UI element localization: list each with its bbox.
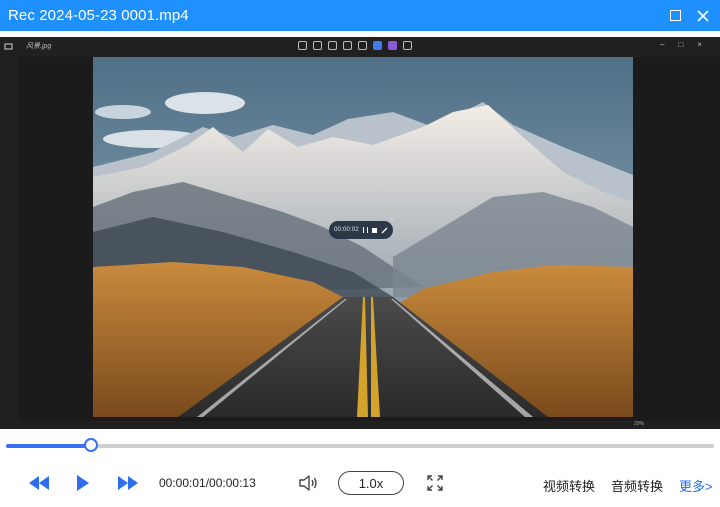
delete-icon xyxy=(328,41,337,50)
audio-convert-button[interactable]: 音频转换 xyxy=(611,476,663,495)
progress-bar[interactable] xyxy=(6,438,714,452)
player-controls: 00:00:01/00:00:13 1.0x 视频转换 音频转换 更多> xyxy=(0,466,720,500)
close-button[interactable] xyxy=(688,0,718,31)
viewer-side-strip xyxy=(0,57,18,429)
video-convert-button[interactable]: 视频转换 xyxy=(543,476,595,495)
rewind-button[interactable] xyxy=(28,474,50,492)
playback-time: 00:00:01/00:00:13 xyxy=(159,476,256,490)
pen-icon xyxy=(381,227,388,233)
recording-close-icon: × xyxy=(390,217,395,224)
more-button[interactable]: 更多> xyxy=(679,476,713,495)
volume-icon xyxy=(299,475,317,491)
recording-control-pill: 00:00:02 xyxy=(329,221,393,239)
maximize-icon xyxy=(669,10,681,21)
recorded-viewer-toolbar: 风景.jpg – □ × xyxy=(0,37,720,57)
recorded-filename: 风景.jpg xyxy=(26,43,52,50)
edit-icon xyxy=(298,41,307,50)
volume-button[interactable] xyxy=(297,473,319,493)
rewind-icon xyxy=(29,476,49,490)
window-title: Rec 2024-05-23 0001.mp4 xyxy=(8,7,189,24)
progress-fill xyxy=(6,444,91,448)
fullscreen-icon xyxy=(427,475,443,491)
recorded-toolbar-icons xyxy=(298,41,412,50)
recording-time: 00:00:02 xyxy=(334,227,359,233)
fullscreen-button[interactable] xyxy=(426,474,444,492)
info-icon xyxy=(358,41,367,50)
progress-handle[interactable] xyxy=(84,438,98,452)
app-icon xyxy=(388,41,397,50)
recorded-status-bar: 20% xyxy=(0,421,720,429)
speed-button[interactable]: 1.0x xyxy=(338,471,404,495)
recorded-zoom-level: 20% xyxy=(634,421,645,427)
video-frame[interactable]: 风景.jpg – □ × 00:00:02 × 20% xyxy=(0,37,720,429)
minimize-icon: – xyxy=(660,40,665,49)
fast-forward-icon xyxy=(118,476,138,490)
close-icon: × xyxy=(697,40,702,49)
play-button[interactable] xyxy=(74,473,92,493)
more-icon xyxy=(403,41,412,50)
title-bar: Rec 2024-05-23 0001.mp4 xyxy=(0,0,720,31)
close-icon xyxy=(697,9,709,22)
fast-forward-button[interactable] xyxy=(117,474,139,492)
rotate-icon xyxy=(313,41,322,50)
maximize-icon: □ xyxy=(678,40,684,49)
pause-icon xyxy=(362,227,368,233)
maximize-button[interactable] xyxy=(660,0,690,31)
recorded-window-controls: – □ × xyxy=(660,40,702,49)
favorite-icon xyxy=(343,41,352,50)
viewer-app-icon xyxy=(4,43,13,50)
stop-icon xyxy=(371,227,377,233)
play-icon xyxy=(77,475,89,491)
cloud-icon xyxy=(373,41,382,50)
